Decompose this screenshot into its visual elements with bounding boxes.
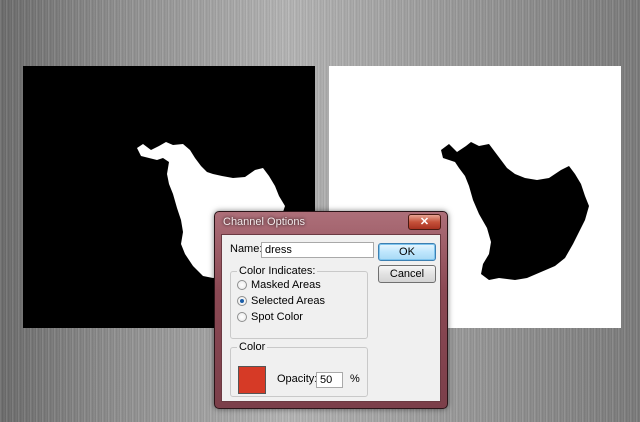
ok-button[interactable]: OK [378,243,436,261]
opacity-label: Opacity: [277,373,318,385]
color-indicates-title: Color Indicates: [237,265,318,277]
opacity-input[interactable]: 50 [316,372,343,388]
color-group: Color Opacity: 50 % [230,341,368,397]
radio-button-icon[interactable] [237,311,247,322]
radio-button-icon[interactable] [237,279,247,290]
opacity-unit: % [350,373,360,385]
name-label: Name: [230,243,263,255]
radio-masked-areas[interactable]: Masked Areas [237,278,321,291]
color-group-title: Color [237,341,268,353]
cancel-button[interactable]: Cancel [378,265,436,283]
radio-label: Spot Color [251,310,303,323]
color-swatch[interactable] [238,366,266,394]
radio-label: Masked Areas [251,278,321,291]
dialog-title: Channel Options [223,216,305,228]
name-input[interactable]: dress [261,242,374,258]
radio-label: Selected Areas [251,294,325,307]
close-button[interactable]: ✕ [408,214,441,230]
channel-options-dialog: Channel Options ✕ Name: dress OK Cancel … [214,211,448,409]
dialog-client-area: Name: dress OK Cancel Color Indicates: M… [221,234,441,402]
radio-spot-color[interactable]: Spot Color [237,310,303,323]
color-indicates-group: Color Indicates: Masked Areas Selected A… [230,265,368,339]
dialog-titlebar[interactable]: Channel Options ✕ [215,212,447,232]
radio-selected-areas[interactable]: Selected Areas [237,294,325,307]
radio-button-selected-icon[interactable] [237,295,247,306]
